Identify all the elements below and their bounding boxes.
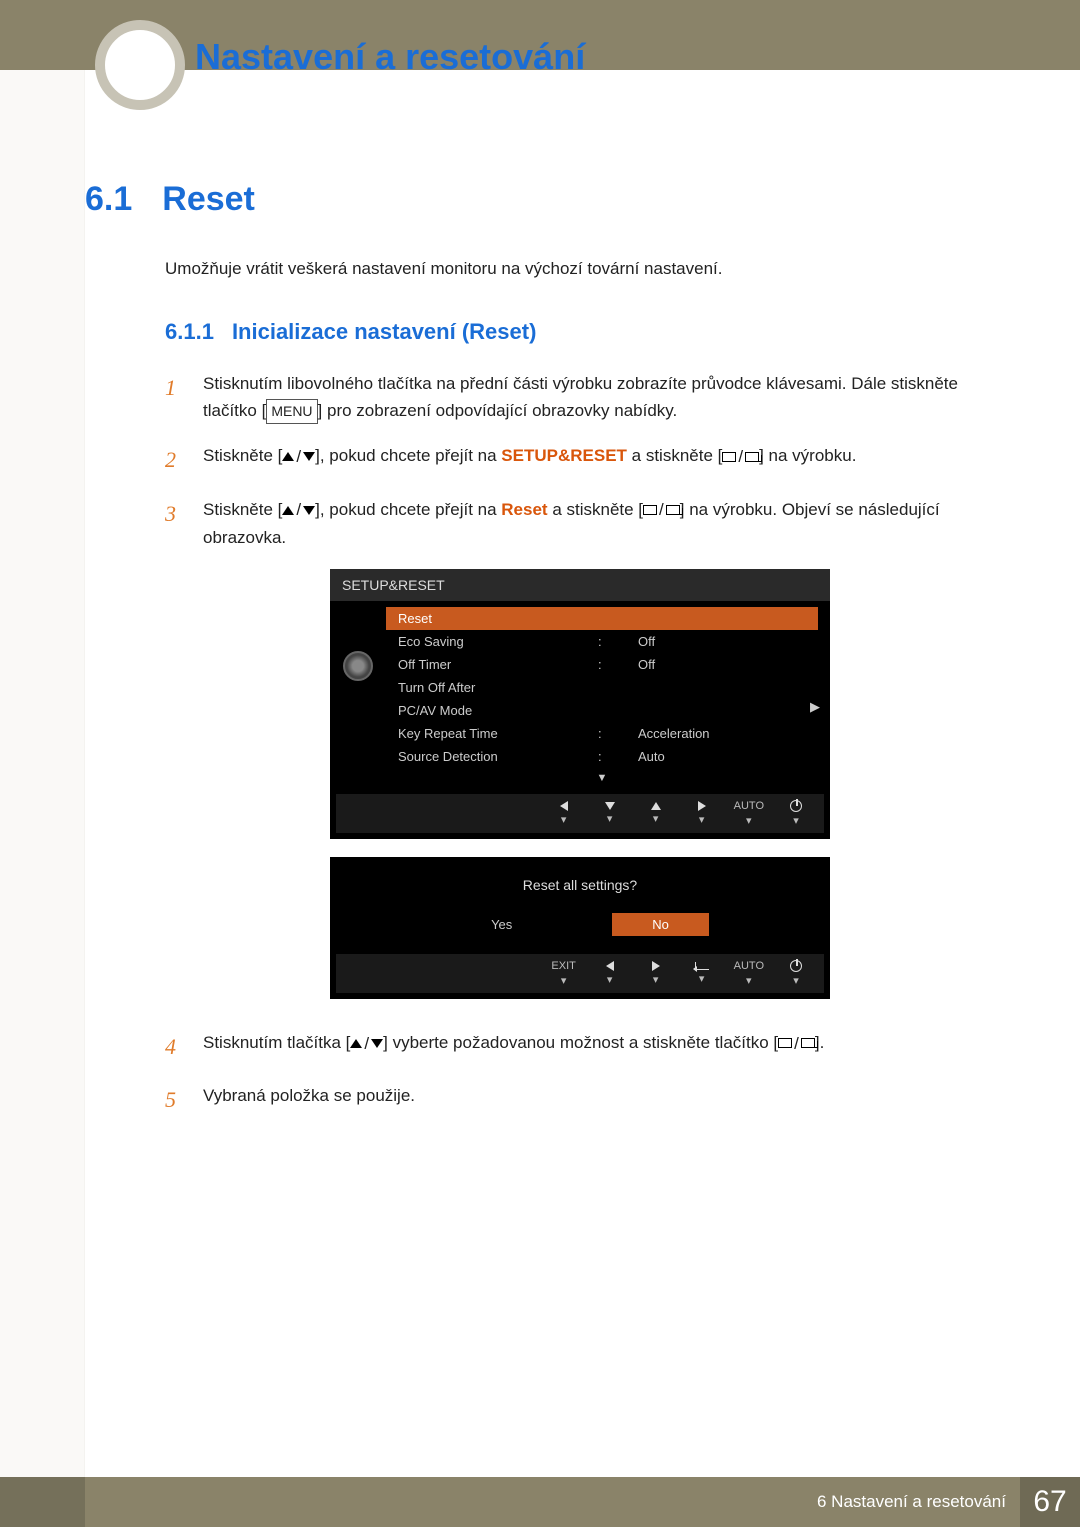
up-down-icon: /: [282, 496, 315, 523]
osd-row-eco: Eco Saving:Off: [386, 630, 818, 653]
osd-confirm-question: Reset all settings?: [330, 877, 830, 893]
step-number: 3: [165, 496, 183, 551]
section-number: 6.1: [85, 180, 132, 219]
subsection-number: 6.1.1: [165, 319, 214, 345]
osd-nav-right-icon: ▾: [688, 801, 716, 826]
step-text: Stisknutím tlačítka [ / ] vyberte požado…: [203, 1029, 995, 1064]
step-number: 2: [165, 442, 183, 477]
highlight-setupreset: SETUP&RESET: [501, 446, 627, 465]
osd-nav-right-icon: ▾: [642, 961, 670, 986]
gear-icon: [343, 651, 373, 681]
footer-page-number: 67: [1020, 1477, 1080, 1527]
step-text: Stiskněte [ / ], pokud chcete přejít na …: [203, 442, 995, 477]
osd-nav-left-icon: ▾: [550, 801, 578, 826]
left-gutter: [0, 70, 85, 1477]
footer-left-block: [0, 1477, 85, 1527]
osd-title: SETUP&RESET: [330, 569, 830, 601]
osd-enter-icon: ▾: [688, 962, 716, 985]
chapter-badge: [95, 20, 185, 110]
osd-row-turnoffafter: Turn Off After: [386, 676, 818, 699]
osd-option-no: No: [612, 913, 709, 936]
menu-key-icon: MENU: [266, 399, 317, 423]
step-5: 5 Vybraná položka se použije.: [165, 1082, 995, 1117]
step-2: 2 Stiskněte [ / ], pokud chcete přejít n…: [165, 442, 995, 477]
osd-row-reset: Reset: [386, 607, 818, 630]
osd-scroll-down-icon: ▼: [386, 768, 818, 784]
osd-setup-reset: SETUP&RESET Reset Eco Saving:Off Off Tim…: [330, 569, 830, 839]
step-text: Stiskněte [ / ], pokud chcete přejít na …: [203, 496, 995, 551]
step-number: 5: [165, 1082, 183, 1117]
osd-power-icon: ▾: [782, 800, 810, 827]
osd-nav-up-icon: ▾: [642, 802, 670, 825]
osd-power-icon: ▾: [782, 960, 810, 987]
step-number: 1: [165, 370, 183, 424]
select-enter-icon: /: [722, 443, 759, 470]
select-enter-icon: /: [643, 496, 680, 523]
intro-text: Umožňuje vrátit veškerá nastavení monito…: [165, 259, 995, 279]
osd-option-yes: Yes: [451, 913, 552, 936]
osd-auto-label: AUTO▾: [734, 800, 764, 827]
osd-auto-label: AUTO▾: [734, 960, 764, 987]
osd-confirm-button-bar: EXIT▾ ▾ ▾ ▾ AUTO▾ ▾: [336, 954, 824, 993]
osd-row-pcav: PC/AV Mode: [386, 699, 818, 722]
osd-icon-column: [330, 601, 386, 790]
step-4: 4 Stisknutím tlačítka [ / ] vyberte poža…: [165, 1029, 995, 1064]
step-1: 1 Stisknutím libovolného tlačítka na pře…: [165, 370, 995, 424]
subsection-heading: 6.1.1 Inicializace nastavení (Reset): [165, 319, 995, 345]
step-text: Stisknutím libovolného tlačítka na předn…: [203, 370, 995, 424]
up-down-icon: /: [282, 443, 315, 470]
up-down-icon: /: [350, 1030, 383, 1057]
section-heading: 6.1 Reset: [85, 180, 995, 219]
highlight-reset: Reset: [501, 500, 547, 519]
osd-figures: SETUP&RESET Reset Eco Saving:Off Off Tim…: [165, 569, 995, 999]
osd-button-bar: ▾ ▾ ▾ ▾ AUTO▾ ▾: [336, 794, 824, 833]
chapter-title: Nastavení a resetování: [195, 36, 585, 78]
osd-submenu-arrow-icon: ▶: [810, 699, 820, 715]
osd-menu-list: Reset Eco Saving:Off Off Timer:Off Turn …: [386, 601, 830, 790]
osd-exit-label: EXIT▾: [550, 960, 578, 987]
osd-row-offtimer: Off Timer:Off: [386, 653, 818, 676]
step-text: Vybraná položka se použije.: [203, 1082, 995, 1117]
step-number: 4: [165, 1029, 183, 1064]
osd-row-keyrepeat: Key Repeat Time:Acceleration: [386, 722, 818, 745]
step-3: 3 Stiskněte [ / ], pokud chcete přejít n…: [165, 496, 995, 551]
osd-nav-down-icon: ▾: [596, 802, 624, 825]
footer-bar: 6 Nastavení a resetování 67: [0, 1477, 1080, 1527]
steps-list: 1 Stisknutím libovolného tlačítka na pře…: [165, 370, 995, 551]
osd-confirm-options: Yes No: [330, 913, 830, 936]
steps-list-continued: 4 Stisknutím tlačítka [ / ] vyberte poža…: [165, 1029, 995, 1117]
select-enter-icon: /: [778, 1030, 815, 1057]
subsection-title: Inicializace nastavení (Reset): [232, 319, 536, 345]
section-title: Reset: [162, 180, 255, 219]
osd-nav-left-icon: ▾: [596, 961, 624, 986]
footer-chapter-label: 6 Nastavení a resetování: [817, 1492, 1006, 1512]
content: 6.1 Reset Umožňuje vrátit veškerá nastav…: [85, 180, 995, 1135]
osd-confirm-dialog: Reset all settings? Yes No EXIT▾ ▾ ▾ ▾ A…: [330, 857, 830, 999]
osd-row-sourcedetect: Source Detection:Auto: [386, 745, 818, 768]
